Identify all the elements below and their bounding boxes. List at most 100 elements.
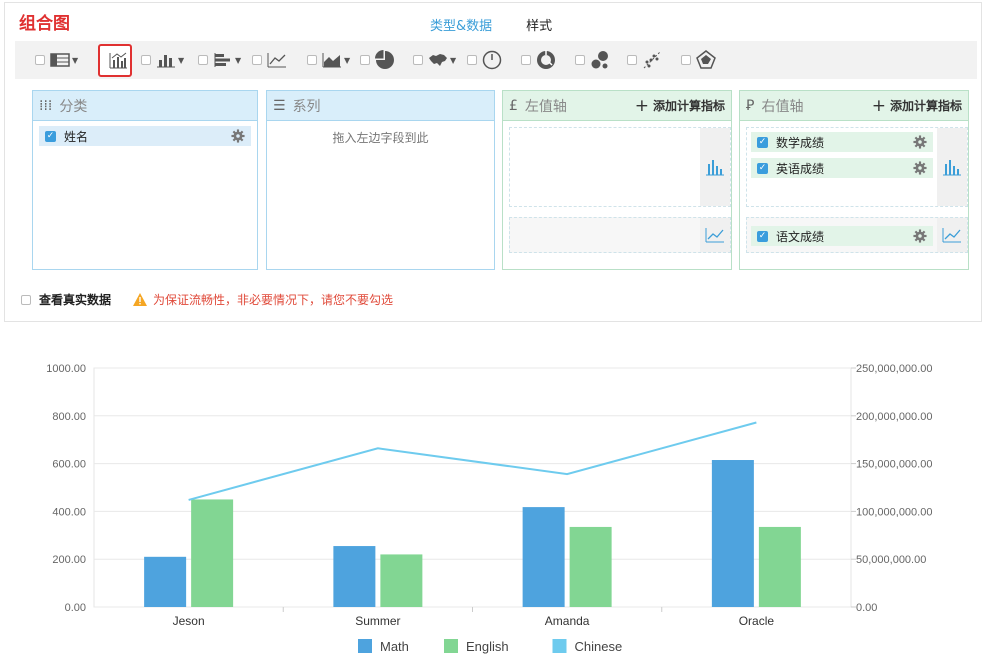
checkbox-checked[interactable]: ✓ xyxy=(757,162,768,174)
bar-chart-icon xyxy=(706,160,724,176)
checkbox[interactable] xyxy=(681,55,691,65)
chevron-down-icon[interactable]: ▼ xyxy=(450,56,456,65)
right-field-chinese[interactable]: ✓ 语文成绩 xyxy=(751,226,933,246)
config-panel: 组合图 类型&数据 样式 ▼ ▼ ▼ ▼ ▼ ⁞⁞⁞ 分类 ✓ 姓名 ☰ 系列 … xyxy=(4,2,982,322)
checkbox-checked[interactable]: ✓ xyxy=(757,136,768,148)
chart-type-map[interactable]: ▼ xyxy=(413,49,456,71)
bar-dropzone[interactable] xyxy=(509,127,731,207)
tab-style[interactable]: 样式 xyxy=(516,15,562,43)
add-calc-metric-button[interactable]: + 添加计算指标 xyxy=(872,96,962,116)
right-axis-tick-label: 50,000,000.00 xyxy=(856,554,926,566)
real-data-option[interactable]: 查看真实数据 xyxy=(21,291,111,308)
chart-type-bubble[interactable] xyxy=(575,49,611,71)
warning-text: 为保证流畅性，非必要情况下，请您不要勾选 xyxy=(153,293,394,307)
line-type-switch[interactable] xyxy=(700,218,730,252)
chart-type-radar[interactable] xyxy=(681,49,717,71)
panel-header: ☰ 系列 xyxy=(267,91,494,121)
right-field-english[interactable]: ✓ 英语成绩 xyxy=(751,158,933,178)
line-dropzone[interactable]: ✓ 语文成绩 xyxy=(746,217,968,253)
chart-type-bar[interactable]: ▼ xyxy=(141,49,184,71)
checkbox-checked[interactable]: ✓ xyxy=(757,230,768,242)
checkbox[interactable] xyxy=(252,55,262,65)
gear-icon[interactable] xyxy=(913,135,927,149)
add-calc-metric-button[interactable]: + 添加计算指标 xyxy=(635,96,725,116)
chevron-down-icon[interactable]: ▼ xyxy=(72,56,78,65)
field-label: 姓名 xyxy=(64,129,89,144)
bar-type-switch[interactable] xyxy=(937,128,967,206)
chart-type-horizontal-bar[interactable]: ▼ xyxy=(198,49,241,71)
chevron-down-icon[interactable]: ▼ xyxy=(235,56,241,65)
table-chart-icon xyxy=(49,50,71,70)
line-type-switch[interactable] xyxy=(937,218,967,252)
gear-icon[interactable] xyxy=(913,161,927,175)
right-field-math[interactable]: ✓ 数学成绩 xyxy=(751,132,933,152)
checkbox[interactable] xyxy=(141,55,151,65)
tab-bar: 类型&数据 样式 xyxy=(420,15,576,43)
checkbox[interactable] xyxy=(35,55,45,65)
area-chart-icon xyxy=(321,50,343,70)
pie-chart-icon xyxy=(374,50,396,70)
tab-type-data[interactable]: 类型&数据 xyxy=(420,15,503,43)
chart-type-scatter[interactable] xyxy=(627,49,663,71)
bar-chart-icon xyxy=(155,50,177,70)
right-axis-tick-label: 100,000,000.00 xyxy=(856,506,932,518)
plus-icon: + xyxy=(634,95,649,116)
chart-type-pie[interactable] xyxy=(360,49,396,71)
category-field-name[interactable]: ✓ 姓名 xyxy=(39,126,251,146)
right-axis-tick-label: 150,000,000.00 xyxy=(856,459,932,471)
chart-type-table[interactable]: ▼ xyxy=(35,49,78,71)
performance-warning: 为保证流畅性，非必要情况下，请您不要勾选 xyxy=(133,291,393,308)
legend-label: English xyxy=(466,639,509,654)
combo-chart-icon xyxy=(107,50,129,70)
gauge-icon xyxy=(481,50,503,70)
real-data-label: 查看真实数据 xyxy=(39,293,112,307)
chart-area: 0.00 200.00 400.00 600.00 800.00 1000.00 0.00 5… xyxy=(0,330,984,668)
checkbox[interactable] xyxy=(307,55,317,65)
right-axis-tick-label: 0.00 xyxy=(856,602,877,614)
right-axis-tick-label: 250,000,000.00 xyxy=(856,363,932,375)
x-axis-tick-label: Oracle xyxy=(739,614,775,628)
x-axis-tick-label: Amanda xyxy=(545,614,590,628)
left-axis-tick-label: 0.00 xyxy=(65,602,86,614)
checkbox[interactable] xyxy=(21,294,31,305)
checkbox[interactable] xyxy=(198,55,208,65)
line-chart-icon xyxy=(266,50,288,70)
field-label: 数学成绩 xyxy=(776,135,825,150)
left-axis-tick-label: 800.00 xyxy=(52,411,86,423)
bar-chart-icon xyxy=(943,160,961,176)
checkbox[interactable] xyxy=(413,55,423,65)
bar-math xyxy=(333,546,376,607)
chart-type-gauge[interactable] xyxy=(467,49,503,71)
right-axis-panel: Ꝑ 右值轴 + 添加计算指标 ✓ 数学成绩 ✓ 英语成绩 ✓ 语文成绩 xyxy=(739,90,969,270)
chevron-down-icon[interactable]: ▼ xyxy=(178,56,184,65)
legend-label: Math xyxy=(380,639,409,654)
button-label: 添加计算指标 xyxy=(652,99,725,113)
checkbox[interactable] xyxy=(627,55,637,65)
line-chart-icon xyxy=(705,228,724,243)
checkbox[interactable] xyxy=(575,55,585,65)
chart-type-area[interactable]: ▼ xyxy=(307,49,350,71)
gear-icon[interactable] xyxy=(231,129,245,143)
left-axis-tick-label: 600.00 xyxy=(52,459,86,471)
bar-math xyxy=(711,460,754,607)
checkbox[interactable] xyxy=(360,55,370,65)
field-label: 语文成绩 xyxy=(776,229,825,244)
panel-title: 左值轴 xyxy=(524,98,567,115)
chart-type-line[interactable] xyxy=(252,49,288,71)
left-axis-panel: £ 左值轴 + 添加计算指标 xyxy=(502,90,732,270)
chart-type-donut[interactable] xyxy=(521,49,557,71)
gear-icon[interactable] xyxy=(913,229,927,243)
category-icon: ⁞⁞⁞ xyxy=(39,97,53,114)
legend-swatch-math xyxy=(358,639,372,653)
chart-type-combo[interactable] xyxy=(107,49,129,71)
chevron-down-icon[interactable]: ▼ xyxy=(344,56,350,65)
bar-english xyxy=(758,526,801,607)
checkbox-checked[interactable]: ✓ xyxy=(45,130,56,142)
line-dropzone[interactable] xyxy=(509,217,731,253)
bar-type-switch[interactable] xyxy=(700,128,730,206)
legend-swatch-chinese xyxy=(552,639,567,653)
bar-dropzone[interactable]: ✓ 数学成绩 ✓ 英语成绩 xyxy=(746,127,968,207)
checkbox[interactable] xyxy=(467,55,477,65)
bar-english xyxy=(191,499,234,607)
checkbox[interactable] xyxy=(521,55,531,65)
